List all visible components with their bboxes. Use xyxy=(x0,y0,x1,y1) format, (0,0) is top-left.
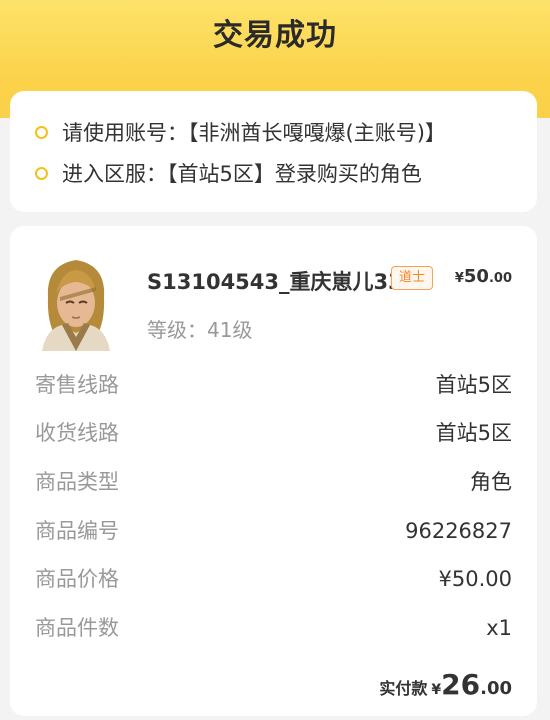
status-title: 交易成功 xyxy=(213,18,337,53)
product-price: ¥50.00 xyxy=(455,266,512,287)
detail-value: 首站5区 xyxy=(435,421,512,445)
detail-value: ¥50.00 xyxy=(438,567,512,591)
detail-row-product-price: 商品价格 ¥50.00 xyxy=(35,564,512,594)
bullet-icon xyxy=(35,125,48,139)
tip-account-text: 请使用账号：【非洲酋长嘎嘎爆(主账号)】 xyxy=(62,121,446,145)
paid-amount: 实付款 ¥26.00 xyxy=(379,668,512,701)
paid-decimal: .00 xyxy=(480,678,512,699)
detail-label: 商品件数 xyxy=(35,616,119,640)
detail-value: x1 xyxy=(486,616,512,640)
paid-symbol: ¥ xyxy=(431,682,442,698)
detail-label: 商品价格 xyxy=(35,567,119,591)
detail-label: 商品类型 xyxy=(35,470,119,494)
paid-label: 实付款 xyxy=(379,679,428,698)
role-level: 等级：41级 xyxy=(147,318,253,342)
price-integer: 50 xyxy=(463,266,489,287)
price-symbol: ¥ xyxy=(454,271,464,286)
detail-row-sell-line: 寄售线路 首站5区 xyxy=(35,370,512,400)
detail-row-quantity: 商品件数 x1 xyxy=(35,613,512,643)
bullet-icon xyxy=(35,166,48,180)
detail-value: 角色 xyxy=(470,470,512,494)
detail-label: 收货线路 xyxy=(35,421,119,445)
detail-label: 寄售线路 xyxy=(35,373,119,397)
tip-server: 进入区服：【首站5区】登录购买的角色 xyxy=(35,158,422,188)
detail-value: 96226827 xyxy=(405,519,512,543)
order-card: S13104543_重庆崽儿33 道士 ¥50.00 等级：41级 寄售线路 首… xyxy=(10,226,537,716)
detail-row-product-id: 商品编号 96226827 xyxy=(35,516,512,546)
tip-server-text: 进入区服：【首站5区】登录购买的角色 xyxy=(62,162,422,186)
detail-value: 首站5区 xyxy=(435,373,512,397)
detail-row-receive-line: 收货线路 首站5区 xyxy=(35,418,512,448)
paid-integer: 26 xyxy=(441,668,481,701)
detail-label: 商品编号 xyxy=(35,519,119,543)
tip-account: 请使用账号：【非洲酋长嘎嘎爆(主账号)】 xyxy=(35,117,446,147)
class-badge: 道士 xyxy=(391,266,434,290)
price-decimal: .00 xyxy=(488,271,512,286)
account-info-card: 请使用账号：【非洲酋长嘎嘎爆(主账号)】 进入区服：【首站5区】登录购买的角色 xyxy=(10,91,537,212)
role-name: S13104543_重庆崽儿33 xyxy=(147,270,403,294)
detail-row-product-type: 商品类型 角色 xyxy=(35,467,512,497)
character-avatar-icon[interactable] xyxy=(38,257,114,351)
